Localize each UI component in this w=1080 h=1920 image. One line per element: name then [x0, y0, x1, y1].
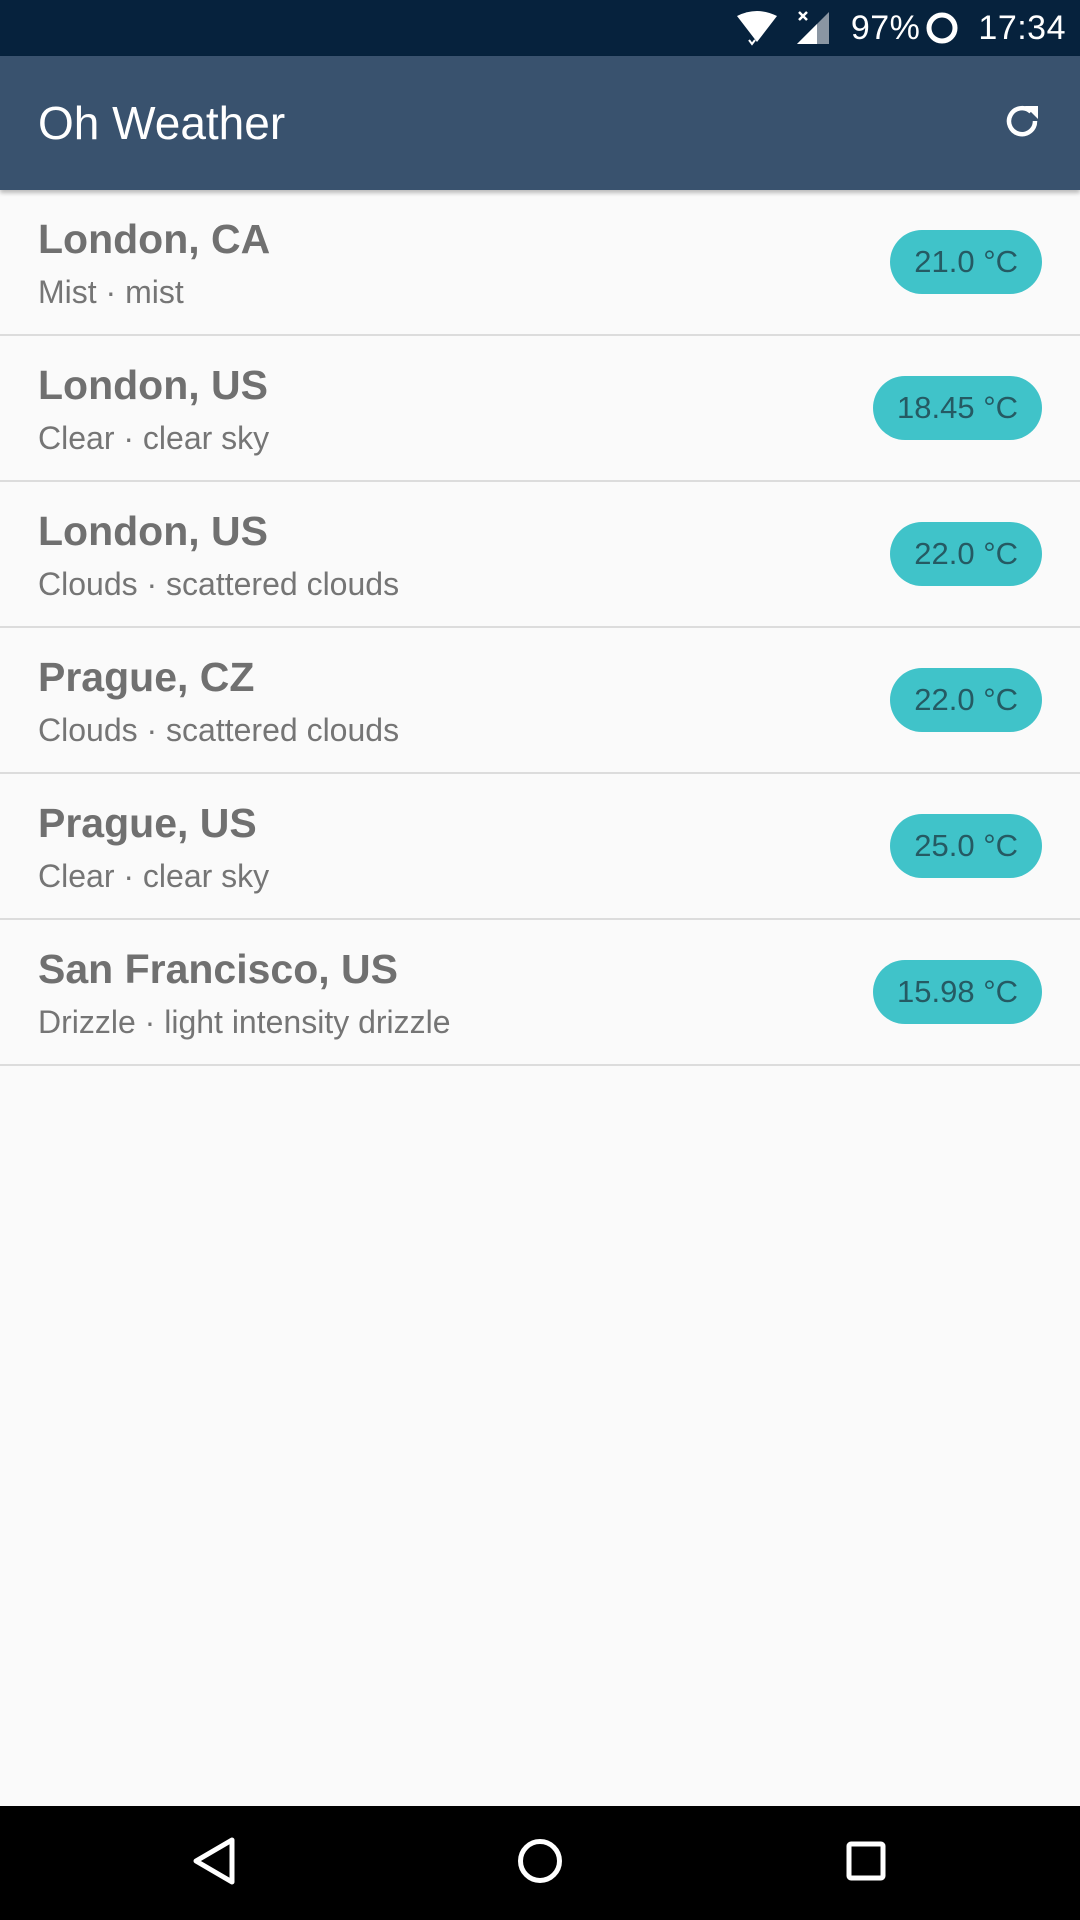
screen: 97% 17:34 Oh Weather London, CA Mist · mi…	[0, 0, 1080, 1920]
weather-description: Drizzle · light intensity drizzle	[38, 1004, 451, 1040]
city-row[interactable]: Prague, CZ Clouds · scattered clouds 22.0 …	[0, 628, 1080, 774]
back-button[interactable]	[174, 1823, 254, 1903]
app-bar: Oh Weather	[0, 56, 1080, 190]
city-row[interactable]: London, CA Mist · mist 21.0 °C	[0, 190, 1080, 336]
navigation-bar	[0, 1806, 1080, 1920]
clock: 17:34	[978, 8, 1066, 47]
city-name: San Francisco, US	[38, 946, 399, 992]
home-icon	[515, 1836, 565, 1891]
temperature-badge: 18.45 °C	[873, 376, 1042, 440]
temperature-badge: 22.0 °C	[890, 522, 1042, 586]
city-name: Prague, CZ	[38, 654, 255, 700]
battery-percent: 97%	[850, 8, 921, 47]
wifi-icon	[735, 10, 779, 46]
home-button[interactable]	[500, 1823, 580, 1903]
city-row[interactable]: San Francisco, US Drizzle · light intensi…	[0, 920, 1080, 1066]
city-row[interactable]: London, US Clear · clear sky 18.45 °C	[0, 336, 1080, 482]
city-row[interactable]: London, US Clouds · scattered clouds 22.0 …	[0, 482, 1080, 628]
city-name: Prague, US	[38, 800, 257, 846]
city-name: London, US	[38, 508, 269, 554]
weather-description: Clear · clear sky	[38, 858, 270, 894]
weather-description: Mist · mist	[38, 274, 184, 310]
status-bar: 97% 17:34	[0, 0, 1080, 56]
city-name: London, US	[38, 362, 269, 408]
temperature-badge: 22.0 °C	[890, 668, 1042, 732]
cell-signal-icon	[795, 10, 831, 46]
weather-description: Clouds · scattered clouds	[38, 566, 400, 602]
temperature-badge: 21.0 °C	[890, 230, 1042, 294]
refresh-button[interactable]	[982, 83, 1062, 163]
app-title: Oh Weather	[38, 97, 286, 149]
recents-button[interactable]	[826, 1823, 906, 1903]
weather-description: Clear · clear sky	[38, 420, 270, 456]
city-name: London, CA	[38, 216, 271, 262]
refresh-icon	[1000, 99, 1044, 148]
temperature-badge: 15.98 °C	[873, 960, 1042, 1024]
status-icons: 97% 17:34	[735, 0, 1066, 56]
city-list: London, CA Mist · mist 21.0 °C London, US Cl…	[0, 190, 1080, 1066]
temperature-badge: 25.0 °C	[890, 814, 1042, 878]
weather-description: Clouds · scattered clouds	[38, 712, 400, 748]
city-row[interactable]: Prague, US Clear · clear sky 25.0 °C	[0, 774, 1080, 920]
battery-icon	[924, 10, 960, 46]
recents-icon	[844, 1839, 888, 1888]
back-icon	[190, 1836, 238, 1891]
